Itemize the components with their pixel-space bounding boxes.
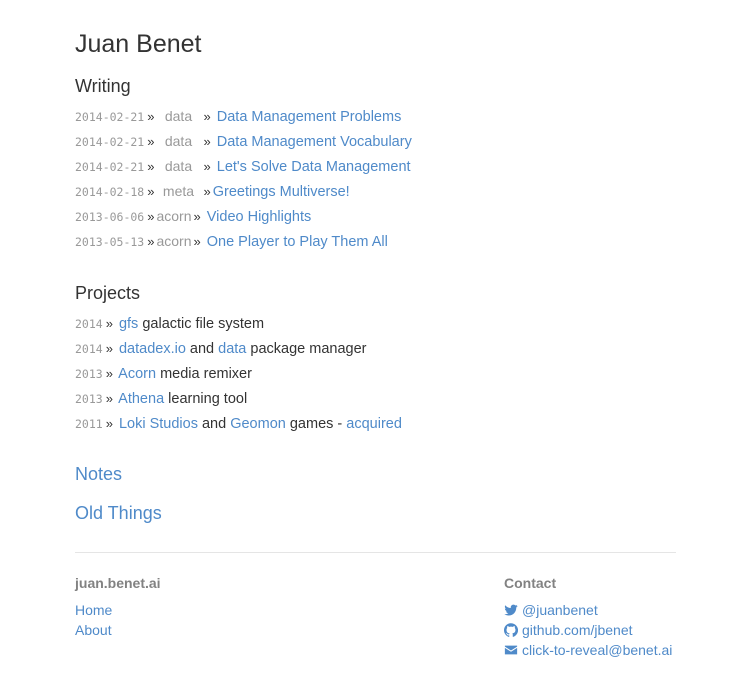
writing-heading: Writing xyxy=(75,76,131,96)
footer-github-label: github.com/jbenet xyxy=(522,622,633,638)
project-link-data[interactable]: data xyxy=(218,341,246,357)
project-separator: » xyxy=(105,316,113,331)
post-separator: » xyxy=(203,184,211,199)
post-separator: » xyxy=(147,159,155,174)
post-separator: » xyxy=(193,234,201,249)
project-connector: and xyxy=(185,341,219,357)
project-description: package manager xyxy=(246,341,367,357)
post-category: acorn xyxy=(156,233,192,249)
post-link[interactable]: Let's Solve Data Management xyxy=(217,159,411,175)
post-separator: » xyxy=(203,109,211,124)
post-separator: » xyxy=(147,184,155,199)
twitter-icon xyxy=(504,604,518,616)
footer-email-link[interactable]: click-to-reveal@benet.ai xyxy=(504,642,672,658)
project-separator: » xyxy=(105,391,113,406)
post-item: 2014-02-18» meta» Greetings Multiverse! xyxy=(75,179,412,204)
project-year: 2013 xyxy=(75,367,103,381)
post-category: acorn xyxy=(156,208,192,224)
project-link-athena[interactable]: Athena xyxy=(118,391,164,407)
post-separator: » xyxy=(147,109,155,124)
post-item: 2013-06-06» acorn» Video Highlights xyxy=(75,204,412,229)
project-description: media remixer xyxy=(156,366,252,382)
site-title: Juan Benet xyxy=(75,30,202,58)
post-link[interactable]: Data Management Problems xyxy=(217,109,402,125)
footer-github-link[interactable]: github.com/jbenet xyxy=(504,622,633,638)
post-link[interactable]: One Player to Play Them All xyxy=(207,234,388,250)
footer-home-link[interactable]: Home xyxy=(75,602,112,618)
project-description: galactic file system xyxy=(138,316,265,332)
projects-list: 2014» gfs galactic file system 2014» dat… xyxy=(75,311,402,436)
post-date: 2014-02-18 xyxy=(75,185,145,199)
footer-twitter-link[interactable]: @juanbenet xyxy=(504,602,598,618)
post-separator: » xyxy=(203,159,211,174)
post-category: data xyxy=(164,133,193,149)
post-link[interactable]: Greetings Multiverse! xyxy=(213,184,350,200)
notes-link[interactable]: Notes xyxy=(75,464,122,485)
footer-divider xyxy=(75,552,676,553)
project-link-datadex[interactable]: datadex.io xyxy=(119,341,186,357)
post-separator: » xyxy=(147,134,155,149)
project-link-gfs[interactable]: gfs xyxy=(119,316,138,332)
project-item: 2011» Loki Studios and Geomon games - ac… xyxy=(75,411,402,436)
project-separator: » xyxy=(105,341,113,356)
project-description: games - xyxy=(285,416,347,432)
project-item: 2014» gfs galactic file system xyxy=(75,311,402,336)
project-item: 2013» Acorn media remixer xyxy=(75,361,402,386)
project-year: 2011 xyxy=(75,417,103,431)
post-date: 2013-05-13 xyxy=(75,235,145,249)
envelope-icon xyxy=(504,645,518,655)
github-icon xyxy=(504,623,518,637)
project-separator: » xyxy=(105,366,113,381)
project-year: 2014 xyxy=(75,317,103,331)
project-link-loki-studios[interactable]: Loki Studios xyxy=(119,416,198,432)
footer-contact-column: Contact @juanbenet github.com/jbenet cli… xyxy=(504,575,672,660)
project-year: 2014 xyxy=(75,342,103,356)
project-item: 2014» datadex.io and data package manage… xyxy=(75,336,402,361)
post-link[interactable]: Video Highlights xyxy=(207,209,312,225)
footer-contact-heading: Contact xyxy=(504,575,557,591)
post-item: 2014-02-21» data» Let's Solve Data Manage… xyxy=(75,154,412,179)
post-separator: » xyxy=(193,209,201,224)
post-item: 2014-02-21» data» Data Management Problem… xyxy=(75,104,412,129)
post-category: data xyxy=(164,158,193,174)
project-item: 2013» Athena learning tool xyxy=(75,386,402,411)
post-date: 2014-02-21 xyxy=(75,160,145,174)
project-separator: » xyxy=(105,416,113,431)
post-category: meta xyxy=(162,183,195,199)
post-separator: » xyxy=(147,209,155,224)
post-item: 2013-05-13» acorn» One Player to Play The… xyxy=(75,229,412,254)
post-category: data xyxy=(164,108,193,124)
project-description: learning tool xyxy=(164,391,248,407)
writing-list: 2014-02-21» data» Data Management Problem… xyxy=(75,104,412,254)
footer-site-column: juan.benet.ai Home About xyxy=(75,575,161,640)
post-date: 2014-02-21 xyxy=(75,110,145,124)
footer-site-name: juan.benet.ai xyxy=(75,575,161,591)
project-link-acorn[interactable]: Acorn xyxy=(118,366,156,382)
post-separator: » xyxy=(203,134,211,149)
footer-twitter-label: @juanbenet xyxy=(522,602,598,618)
project-link-geomon[interactable]: Geomon xyxy=(230,416,286,432)
old-things-link[interactable]: Old Things xyxy=(75,503,162,524)
post-separator: » xyxy=(147,234,155,249)
projects-heading: Projects xyxy=(75,283,141,303)
post-date: 2013-06-06 xyxy=(75,210,145,224)
post-item: 2014-02-21» data» Data Management Vocabul… xyxy=(75,129,412,154)
project-link-acquired[interactable]: acquired xyxy=(346,416,402,432)
project-connector: and xyxy=(197,416,231,432)
post-link[interactable]: Data Management Vocabulary xyxy=(217,134,412,150)
project-year: 2013 xyxy=(75,392,103,406)
footer-email-label: click-to-reveal@benet.ai xyxy=(522,642,673,658)
footer-about-link[interactable]: About xyxy=(75,622,112,638)
post-date: 2014-02-21 xyxy=(75,135,145,149)
